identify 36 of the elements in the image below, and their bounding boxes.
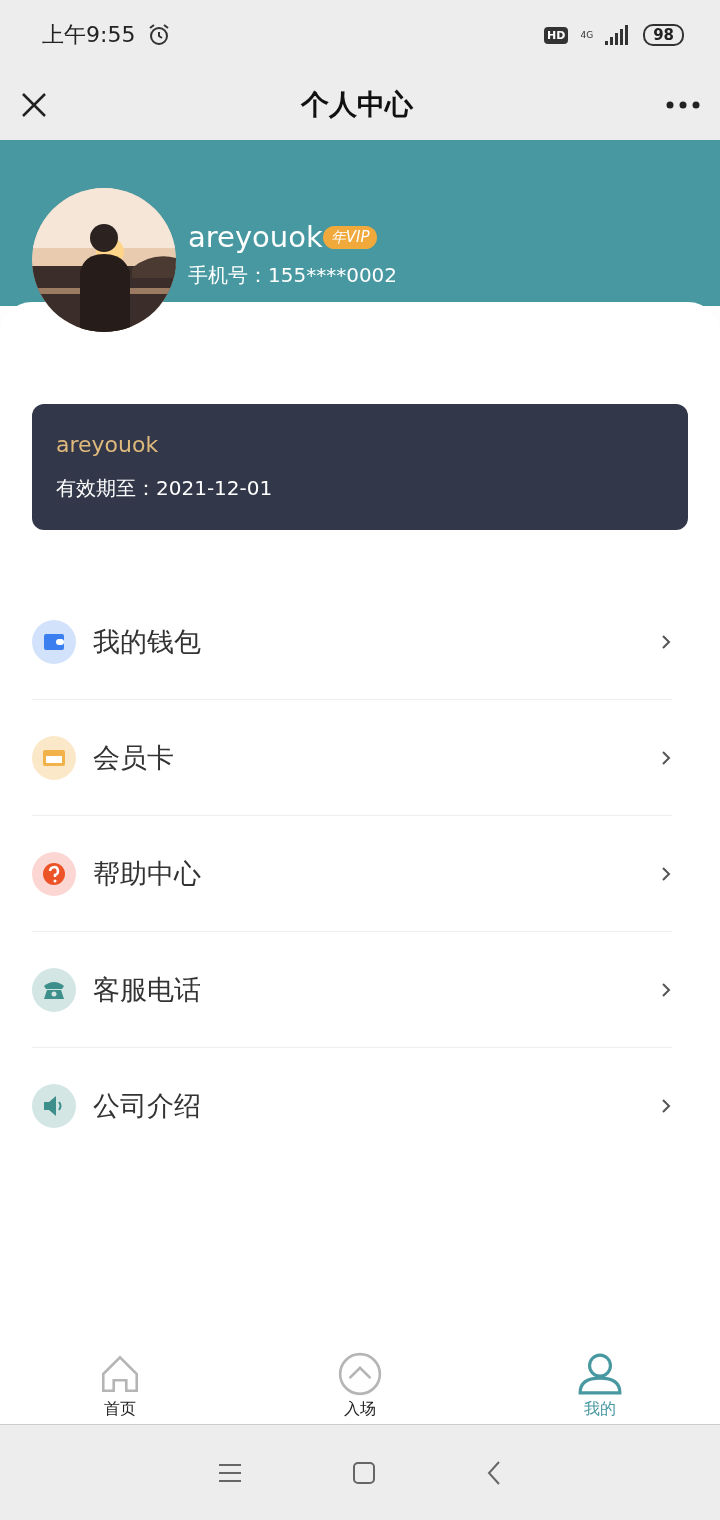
tab-item[interactable]: 入场 xyxy=(240,1340,480,1424)
status-time: 上午9:55 xyxy=(42,21,136,49)
user-name: areyouok xyxy=(188,220,323,254)
card-holder-name: areyouok xyxy=(56,432,160,457)
menu-label: 会员卡 xyxy=(93,740,175,775)
menu-item[interactable]: 帮助中心 xyxy=(32,816,672,932)
membership-card[interactable]: areyouok 有效期至：2021-12-01 xyxy=(32,404,688,530)
chevron-icon xyxy=(660,633,672,650)
menu-label: 我的钱包 xyxy=(93,624,202,659)
page-title: 个人中心 xyxy=(299,87,414,123)
vip-tag: 年VIP xyxy=(322,225,378,249)
up-circle-icon xyxy=(337,1351,383,1397)
menu-label: 帮助中心 xyxy=(93,856,202,891)
person-icon xyxy=(577,1351,623,1397)
menu-icon[interactable] xyxy=(218,1462,242,1483)
network-type: 4G xyxy=(580,30,594,40)
chevron-icon xyxy=(660,981,672,998)
tab-item[interactable]: 我的 xyxy=(480,1340,720,1424)
hd-indicator: HD xyxy=(544,26,569,44)
menu-item[interactable]: 我的钱包 xyxy=(32,584,672,700)
chevron-icon xyxy=(660,749,672,766)
home-button-icon[interactable] xyxy=(352,1460,376,1485)
back-icon[interactable] xyxy=(486,1459,502,1486)
expiry-date: 有效期至：2021-12-01 xyxy=(56,475,274,502)
menu-label: 公司介绍 xyxy=(93,1088,202,1123)
close-icon[interactable] xyxy=(20,91,48,119)
menu-item[interactable]: 会员卡 xyxy=(32,700,672,816)
more-icon[interactable] xyxy=(666,101,700,109)
menu-item[interactable]: 公司介绍 xyxy=(32,1048,672,1163)
phone-number: 手机号：155****0002 xyxy=(188,262,398,289)
tab-item[interactable]: 首页 xyxy=(0,1340,240,1424)
battery-level: 98 xyxy=(643,24,684,46)
menu-label: 客服电话 xyxy=(93,972,202,1007)
chevron-icon xyxy=(660,865,672,882)
menu-item[interactable]: 客服电话 xyxy=(32,932,672,1048)
chevron-icon xyxy=(660,1097,672,1114)
